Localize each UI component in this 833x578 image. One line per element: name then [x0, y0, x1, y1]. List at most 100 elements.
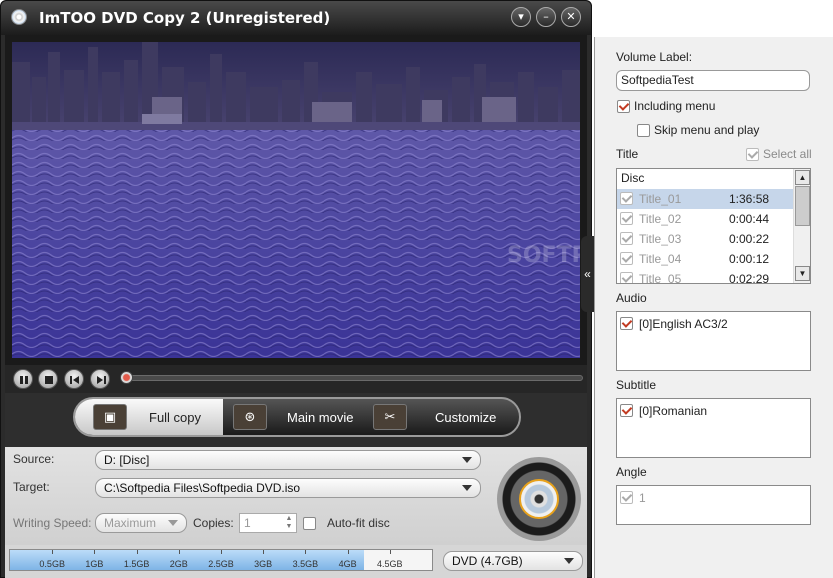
autofit-checkbox[interactable] — [303, 517, 316, 530]
capacity-tick-label: 3.5GB — [292, 559, 319, 569]
title-row-duration: 0:00:22 — [729, 232, 770, 246]
title-row-checkbox[interactable] — [620, 192, 633, 205]
capacity-tick-mark — [94, 550, 96, 554]
scroll-up-icon[interactable]: ▲ — [795, 170, 810, 185]
title-row[interactable]: Title_01 1:36:58 — [617, 189, 793, 209]
seek-thumb[interactable] — [120, 371, 133, 384]
capacity-tick-mark — [389, 550, 391, 554]
writing-speed-dropdown[interactable]: Maximum — [95, 513, 187, 533]
scroll-thumb[interactable] — [795, 186, 810, 226]
title-row-checkbox[interactable] — [620, 232, 633, 245]
source-label: Source: — [13, 452, 55, 466]
capacity-tick-mark — [263, 550, 265, 554]
capacity-tick-mark — [178, 550, 180, 554]
title-row[interactable]: Title_05 0:02:29 — [617, 269, 793, 284]
capacity-tick-label: 1.5GB — [123, 559, 150, 569]
video-preview: SOFTPE — [12, 42, 580, 358]
disc-type-dropdown[interactable]: DVD (4.7GB) — [443, 551, 583, 571]
title-bar[interactable]: ImTOO DVD Copy 2 (Unregistered) ▾ – ✕ — [1, 1, 591, 35]
collapse-panel-button[interactable]: « — [581, 236, 594, 312]
subtitle-item-checkbox[interactable] — [620, 404, 633, 417]
pause-icon[interactable] — [13, 369, 33, 389]
copies-stepper[interactable]: 1 ▲ ▼ — [239, 513, 297, 533]
customize-label: Customize — [435, 410, 497, 425]
including-menu-checkbox[interactable] — [617, 100, 630, 113]
capacity-tick-mark — [136, 550, 138, 554]
audio-list[interactable]: [0]English AC3/2 — [616, 311, 811, 371]
capacity-tick-label: 2GB — [169, 559, 188, 569]
menu-dropdown-button[interactable]: ▾ — [511, 7, 531, 27]
app-disc-icon — [11, 9, 27, 25]
capacity-bar: 0.5GB 1GB 1.5GB 2GB 2.5GB 3GB 3.5GB 4GB 4.5GB — [9, 549, 433, 571]
seek-bar[interactable] — [123, 375, 583, 381]
stop-icon[interactable] — [38, 369, 58, 389]
title-row-name: Title_02 — [639, 212, 682, 226]
minimize-button[interactable]: – — [536, 7, 556, 27]
copy-mode-selector: ▣ Full copy ⊛ Main movie ✂ Customize — [73, 397, 521, 437]
settings-area: Source: D: [Disc] Target: C:\Softpedia F… — [5, 447, 587, 545]
scroll-down-icon[interactable]: ▼ — [795, 266, 810, 281]
title-row-duration: 0:02:29 — [729, 272, 770, 284]
angle-item: 1 — [639, 491, 646, 505]
video-frame-image: SOFTPE — [12, 42, 580, 358]
title-list[interactable]: Disc Title_01 1:36:58 Title_02 0:00:44 Title… — [616, 168, 811, 284]
target-dropdown[interactable]: C:\Softpedia Files\Softpedia DVD.iso — [95, 478, 481, 498]
capacity-tick-mark — [347, 550, 349, 554]
customize-button[interactable]: ✂ Customize — [371, 399, 519, 435]
burn-button[interactable] — [497, 457, 581, 541]
title-row[interactable]: Title_02 0:00:44 — [617, 209, 793, 229]
subtitle-item: [0]Romanian — [639, 404, 708, 418]
capacity-tick-mark — [52, 550, 54, 554]
capacity-tick-label: 4GB — [338, 559, 357, 569]
chevron-down-icon — [462, 457, 472, 463]
full-copy-button[interactable]: ▣ Full copy — [75, 399, 223, 435]
film-reel-icon: ⊛ — [233, 404, 267, 430]
main-window: ImTOO DVD Copy 2 (Unregistered) ▾ – ✕ SO… — [0, 0, 592, 578]
main-movie-label: Main movie — [287, 410, 354, 425]
title-row-duration: 0:00:12 — [729, 252, 770, 266]
capacity-tick-label: 4.5GB — [377, 559, 403, 569]
chevron-down-icon — [168, 520, 178, 526]
title-row-checkbox[interactable] — [620, 272, 633, 283]
audio-item-checkbox[interactable] — [620, 317, 633, 330]
audio-caption: Audio — [616, 291, 647, 305]
angle-item-checkbox[interactable] — [620, 491, 633, 504]
volume-label-input[interactable]: SoftpediaTest — [616, 70, 810, 91]
title-row-duration: 0:00:44 — [729, 212, 770, 226]
capacity-tick-label: 1GB — [85, 559, 104, 569]
title-row-checkbox[interactable] — [620, 252, 633, 265]
svg-text:SOFTPE: SOFTPE — [507, 243, 580, 268]
copy-mode-area: ▣ Full copy ⊛ Main movie ✂ Customize — [5, 393, 587, 447]
select-all-checkbox[interactable] — [746, 148, 759, 161]
playback-controls — [5, 365, 587, 393]
capacity-tick-mark — [305, 550, 307, 554]
title-row[interactable]: Title_03 0:00:22 — [617, 229, 793, 249]
title-row-name: Title_05 — [639, 272, 682, 284]
title-list-scrollbar[interactable]: ▲ ▼ — [793, 169, 810, 283]
writing-speed-value: Maximum — [104, 516, 157, 530]
copies-label: Copies: — [193, 516, 234, 530]
next-icon[interactable] — [90, 369, 110, 389]
title-row-checkbox[interactable] — [620, 212, 633, 225]
main-movie-button[interactable]: ⊛ Main movie — [223, 399, 371, 435]
full-copy-icon: ▣ — [93, 404, 127, 430]
angle-list[interactable]: 1 — [616, 485, 811, 525]
title-caption: Title — [616, 147, 639, 161]
target-label: Target: — [13, 480, 50, 494]
stepper-arrows-icon[interactable]: ▲ ▼ — [284, 515, 294, 531]
subtitle-list[interactable]: [0]Romanian — [616, 398, 811, 458]
target-value: C:\Softpedia Files\Softpedia DVD.iso — [104, 481, 301, 495]
capacity-tick-label: 3GB — [254, 559, 273, 569]
title-row-name: Title_04 — [639, 252, 682, 266]
capacity-area: 0.5GB 1GB 1.5GB 2GB 2.5GB 3GB 3.5GB 4GB 4.5GB DV… — [5, 545, 587, 578]
disc-type-value: DVD (4.7GB) — [452, 554, 523, 568]
writing-speed-label: Writing Speed: — [13, 516, 92, 530]
title-row-duration: 1:36:58 — [729, 192, 770, 206]
close-button[interactable]: ✕ — [561, 7, 581, 27]
angle-caption: Angle — [616, 465, 647, 479]
volume-label-value: SoftpediaTest — [621, 73, 694, 87]
source-dropdown[interactable]: D: [Disc] — [95, 450, 481, 470]
title-row[interactable]: Title_04 0:00:12 — [617, 249, 793, 269]
prev-icon[interactable] — [64, 369, 84, 389]
skip-menu-checkbox[interactable] — [637, 124, 650, 137]
